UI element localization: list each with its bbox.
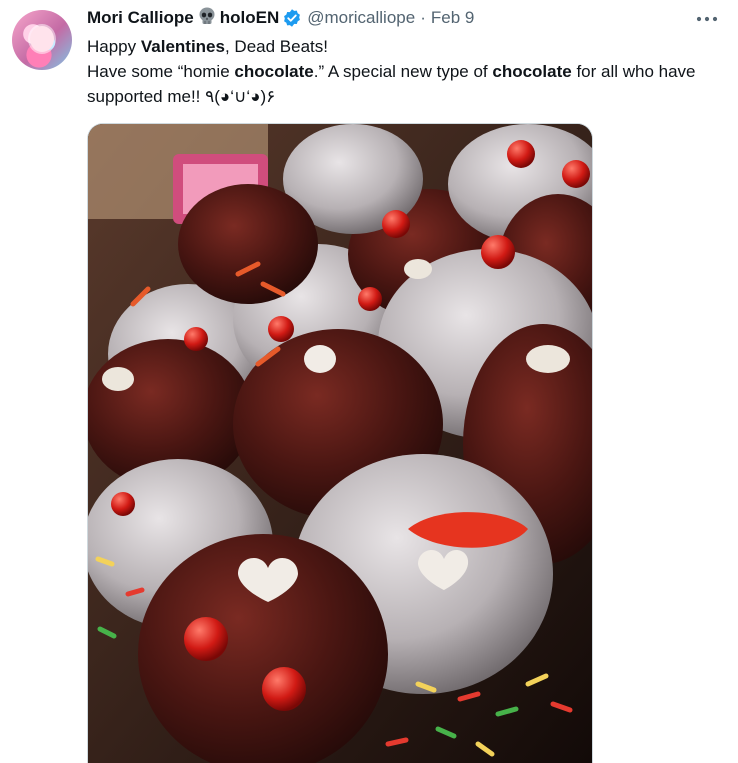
author-org[interactable]: holoEN xyxy=(220,8,280,28)
text-segment: Happy xyxy=(87,37,141,56)
tweet-header: Mori Calliope holoEN @moricalliope · Feb… xyxy=(87,6,474,30)
tweet-text: Happy Valentines, Dead Beats! Have some … xyxy=(87,34,717,109)
highlight-chocolate: chocolate xyxy=(492,62,572,81)
tweet-text-line-1: Happy Valentines, Dead Beats! xyxy=(87,34,717,59)
chocolate-photo-illustration xyxy=(88,124,592,763)
header-separator: · xyxy=(420,8,426,27)
tweet-date[interactable]: Feb 9 xyxy=(431,8,474,28)
text-segment: , Dead Beats! xyxy=(224,37,328,56)
avatar-face xyxy=(30,26,54,52)
author-name[interactable]: Mori Calliope xyxy=(87,8,194,28)
more-options-icon[interactable] xyxy=(694,10,720,28)
author-handle[interactable]: @moricalliope xyxy=(307,8,415,28)
tweet-text-line-2: Have some “homie chocolate.” A special n… xyxy=(87,59,717,109)
avatar[interactable] xyxy=(12,10,72,70)
text-segment: .” A special new type of xyxy=(313,62,493,81)
tweet-card[interactable]: Mori Calliope holoEN @moricalliope · Feb… xyxy=(0,0,738,763)
highlight-chocolate: chocolate xyxy=(234,62,314,81)
tweet-photo[interactable] xyxy=(87,123,593,763)
text-segment: Have some “homie xyxy=(87,62,235,81)
skull-icon xyxy=(197,6,217,31)
highlight-valentines: Valentines xyxy=(140,37,225,56)
verified-badge-icon xyxy=(282,8,302,28)
